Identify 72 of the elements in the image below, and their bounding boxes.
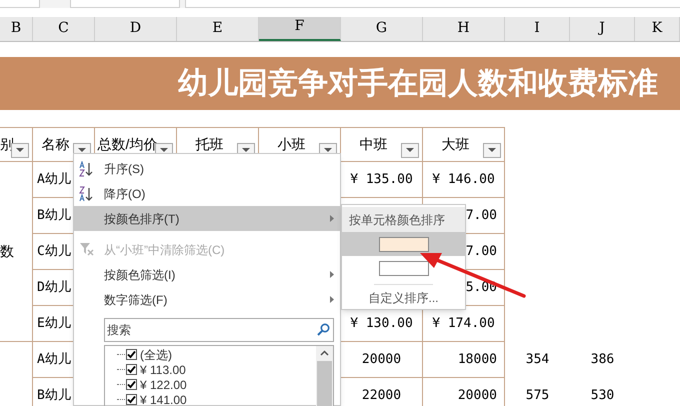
column-header[interactable]: K (635, 17, 680, 41)
table-cell-text: 7.00 (466, 242, 497, 261)
table-cell-text: 20000 (362, 350, 402, 369)
color-option[interactable] (342, 232, 465, 256)
checkbox[interactable] (126, 364, 137, 375)
checkbox[interactable] (126, 394, 137, 405)
filter-dropdown-button[interactable] (483, 143, 501, 158)
menu-item[interactable]: 数字筛选(F) (74, 287, 340, 312)
submenu-arrow-icon (330, 271, 334, 278)
table-cell-text: 7.00 (466, 206, 497, 225)
list-item-label: (全选) (140, 348, 172, 360)
column-heading: 名称 (42, 135, 70, 154)
table-cell-text: A幼儿 (37, 350, 71, 369)
scrollbar-thumb[interactable] (317, 361, 332, 406)
checkbox[interactable] (126, 379, 137, 390)
table-cell-text: C幼儿 (37, 242, 71, 261)
table-cell-text: 18000 (458, 350, 497, 369)
submenu-arrow-icon (330, 296, 334, 303)
sort-descending-icon (79, 186, 93, 202)
checkbox[interactable] (126, 349, 137, 360)
column-header[interactable]: H (423, 17, 505, 41)
menu-item[interactable]: 降序(O) (74, 181, 340, 206)
column-heading: 小班 (278, 135, 306, 154)
table-cell-text: 20000 (458, 386, 497, 405)
list-item-label: ¥ 141.00 (140, 394, 187, 406)
list-item-label: ¥ 113.00 (140, 364, 186, 376)
formula-field[interactable] (70, 0, 180, 8)
table-cell-text: B幼儿 (37, 206, 71, 225)
column-header[interactable]: G (341, 17, 423, 41)
filter-dropdown-button[interactable] (401, 143, 419, 158)
column-heading: 总数/均价 (98, 135, 158, 154)
clear-filter-icon (79, 242, 95, 256)
column-header[interactable]: B (0, 17, 33, 41)
table-cell-text: 354 (526, 351, 550, 370)
table-cell-text: ¥ 174.00 (432, 314, 495, 333)
table-cell-text: A幼儿 (37, 170, 71, 189)
table-cell-text: ¥ 130.00 (350, 314, 413, 333)
column-header[interactable]: C (33, 17, 95, 41)
scrollbar[interactable] (316, 346, 333, 406)
table-cell-text: D幼儿 (37, 278, 71, 297)
caret-icon (16, 148, 24, 153)
table-cell-text: ¥ 146.00 (432, 170, 495, 189)
table-cell-text: 575 (526, 387, 550, 406)
group-label: 数 (0, 242, 14, 261)
table-cell-text: 386 (590, 351, 614, 370)
table-cell-text: 530 (590, 387, 614, 406)
scroll-up-icon[interactable] (320, 350, 329, 356)
table-cell-text: E幼儿 (37, 314, 71, 333)
custom-sort-item[interactable]: 自定义排序... (368, 289, 438, 307)
filter-dropdown-button[interactable] (11, 143, 29, 158)
column-header[interactable]: J (570, 17, 635, 41)
column-heading: 大班 (442, 135, 470, 154)
sheet-title: 幼儿园竞争对手在园人数和收费标准 (178, 66, 658, 102)
menu-item[interactable]: 按颜色筛选(I) (74, 262, 340, 287)
table-cell-text: 22000 (362, 386, 402, 405)
column-heading: 托班 (196, 135, 224, 154)
menu-item[interactable]: 按颜色排序(T) (74, 206, 340, 231)
caret-icon (406, 148, 414, 153)
sort-ascending-icon (79, 161, 93, 177)
menu-item[interactable]: 升序(S) (74, 156, 340, 181)
list-item-label: ¥ 122.00 (140, 378, 187, 390)
column-header[interactable]: D (95, 17, 177, 41)
submenu-arrow-icon (330, 215, 334, 222)
column-heading: 中班 (360, 135, 388, 154)
submenu-header: 按单元格颜色排序 (342, 207, 465, 232)
caret-icon (488, 148, 496, 153)
column-header[interactable]: I (505, 17, 570, 41)
table-cell-text: ¥ 135.00 (350, 170, 413, 189)
search-icon (317, 323, 330, 336)
table-cell-text: B幼儿 (37, 386, 71, 405)
column-header[interactable]: F (259, 17, 341, 41)
search-field[interactable]: 搜索 (104, 318, 334, 342)
